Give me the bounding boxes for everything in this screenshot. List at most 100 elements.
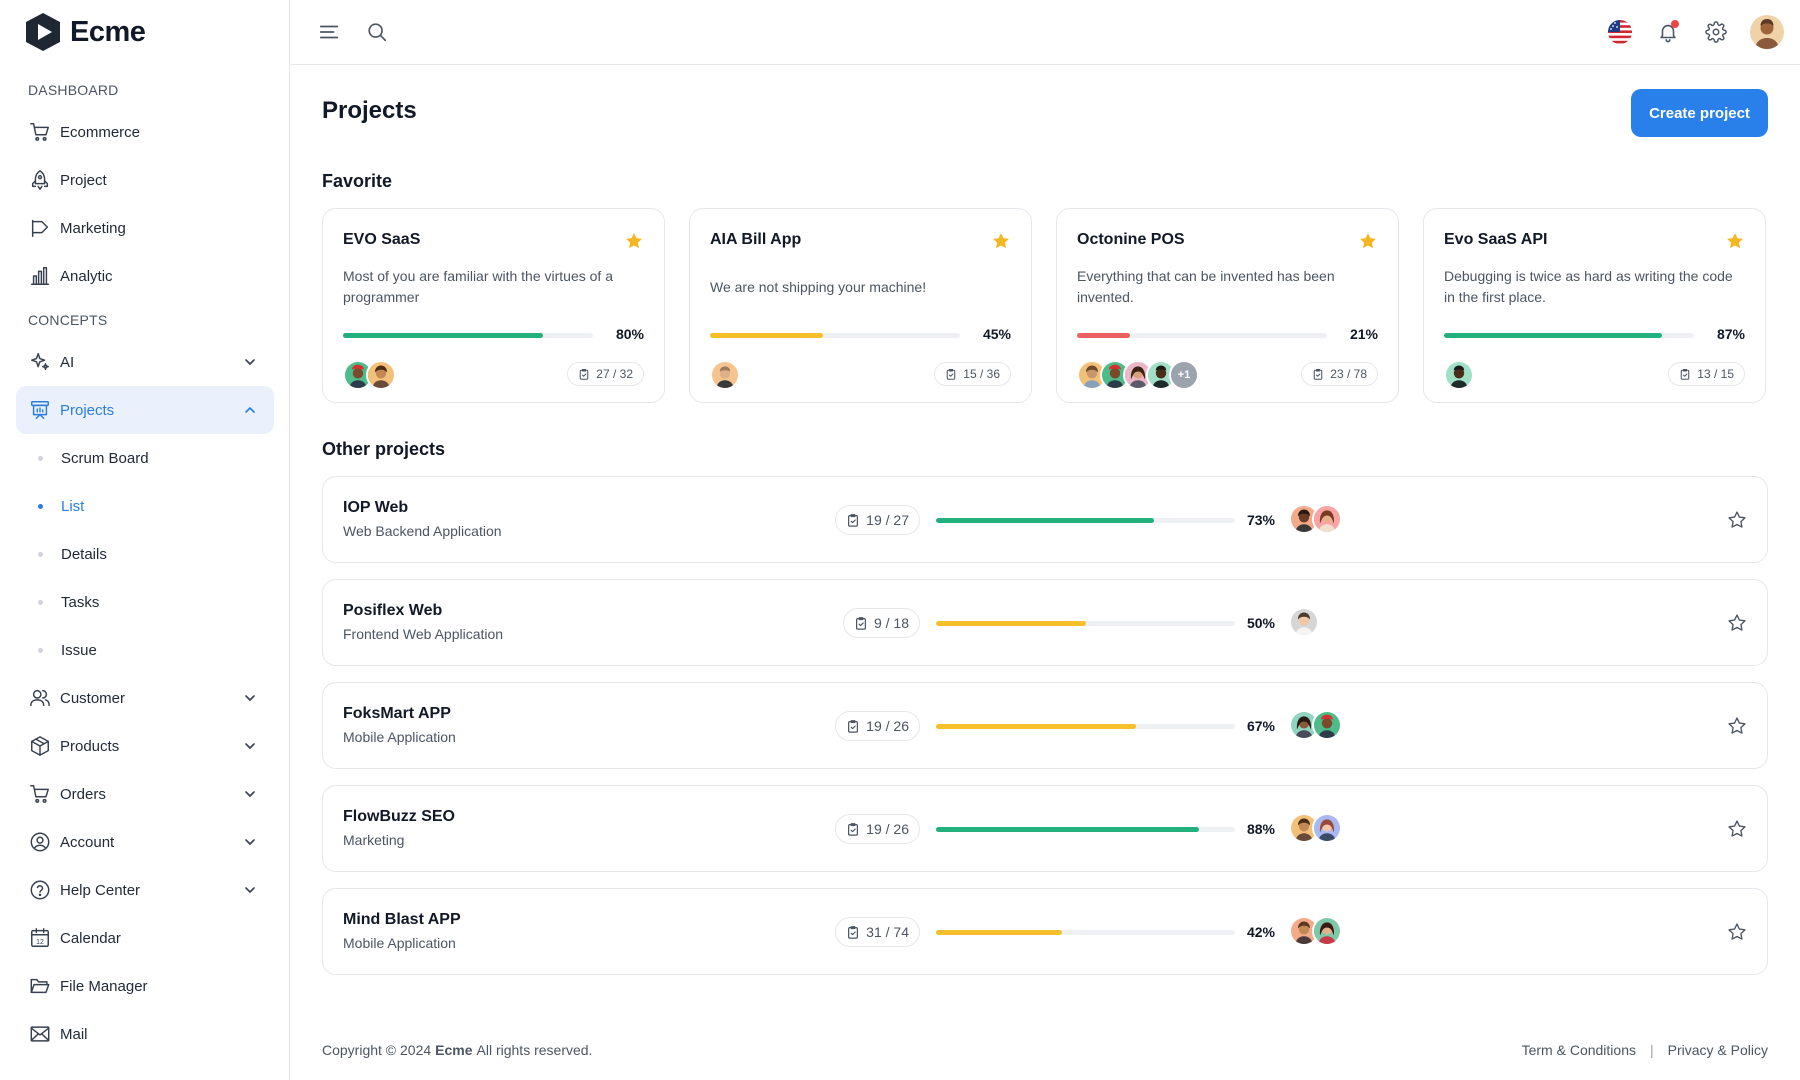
progress-fill <box>343 333 543 338</box>
star-filled-icon[interactable] <box>1358 231 1378 251</box>
star-outline-icon[interactable] <box>1727 716 1747 736</box>
progress-bar <box>1077 333 1327 338</box>
sparkle-icon <box>28 350 52 374</box>
progress-percent: 67% <box>1246 718 1275 734</box>
search-icon[interactable] <box>363 18 391 46</box>
bullet-dot <box>38 599 43 605</box>
progress-bar <box>936 518 1235 523</box>
sidebar-item-ecommerce[interactable]: Ecommerce <box>16 108 274 156</box>
gear-icon[interactable] <box>1702 18 1730 46</box>
avatar[interactable] <box>1312 504 1342 534</box>
sidebar-item-help-center[interactable]: Help Center <box>16 866 274 914</box>
user-avatar[interactable] <box>1750 15 1784 49</box>
other-projects-section-title: Other projects <box>322 439 446 459</box>
favorite-card[interactable]: EVO SaaS Most of you are familiar with t… <box>322 208 665 403</box>
progress-bar <box>710 333 960 338</box>
sidebar-item-file-manager[interactable]: File Manager <box>16 962 274 1010</box>
star-outline-icon[interactable] <box>1727 510 1747 530</box>
users-icon <box>28 686 52 710</box>
star-filled-icon[interactable] <box>624 231 644 251</box>
favorite-card[interactable]: Octonine POS Everything that can be inve… <box>1056 208 1399 403</box>
project-row[interactable]: IOP Web Web Backend Application 19 / 27 … <box>322 476 1768 563</box>
progress-fill <box>936 930 1062 935</box>
us-flag-icon[interactable] <box>1606 18 1634 46</box>
progress-percent: 50% <box>1246 615 1275 631</box>
project-description: We are not shipping your machine! <box>710 278 927 295</box>
sidebar-item-orders[interactable]: Orders <box>16 770 274 818</box>
terms-link[interactable]: Term & Conditions <box>1522 1042 1636 1058</box>
clipboard-check-icon <box>580 368 589 380</box>
member-avatars <box>1289 710 1342 740</box>
sidebar-nav: DASHBOARD Ecommerce Project Marketing An… <box>16 72 274 1058</box>
project-name: Octonine POS <box>1077 231 1185 248</box>
sidebar-subitem-list[interactable]: List <box>16 482 274 530</box>
sidebar-item-account[interactable]: Account <box>16 818 274 866</box>
privacy-link[interactable]: Privacy & Policy <box>1668 1042 1768 1058</box>
sidebar-subitem-label: Details <box>61 545 107 563</box>
more-members-badge[interactable]: +1 <box>1169 360 1199 390</box>
bullet-dot <box>38 503 43 509</box>
box-icon <box>28 734 52 758</box>
star-outline-icon[interactable] <box>1727 922 1747 942</box>
favorite-card[interactable]: AIA Bill App We are not shipping your ma… <box>689 208 1032 403</box>
star-filled-icon[interactable] <box>991 231 1011 251</box>
progress-fill <box>1444 333 1662 338</box>
copyright-prefix: Copyright © 2024 <box>322 1042 432 1058</box>
star-filled-icon[interactable] <box>1725 231 1745 251</box>
sidebar-item-label: Projects <box>60 401 115 419</box>
menu-icon[interactable] <box>315 18 343 46</box>
sidebar-item-customer[interactable]: Customer <box>16 674 274 722</box>
star-outline-icon[interactable] <box>1727 613 1747 633</box>
avatar[interactable] <box>1312 710 1342 740</box>
logo[interactable]: Ecme <box>24 12 146 52</box>
cart-icon <box>28 782 52 806</box>
project-name: Posiflex Web <box>343 602 443 619</box>
sidebar-item-project[interactable]: Project <box>16 156 274 204</box>
mail-icon <box>28 1022 52 1046</box>
sidebar-subitem-label: Issue <box>61 641 97 659</box>
project-row[interactable]: Mind Blast APP Mobile Application 31 / 7… <box>322 888 1768 975</box>
task-count-badge: 23 / 78 <box>1301 362 1378 386</box>
avatar[interactable] <box>1312 813 1342 843</box>
project-name: FlowBuzz SEO <box>343 808 455 825</box>
bell-icon[interactable] <box>1654 18 1682 46</box>
sidebar-item-ai[interactable]: AI <box>16 338 274 386</box>
sidebar-subitem-issue[interactable]: Issue <box>16 626 274 674</box>
member-avatars: +1 <box>1077 360 1199 390</box>
sidebar-item-label: Ecommerce <box>60 123 141 141</box>
favorite-card[interactable]: Evo SaaS API Debugging is twice as hard … <box>1423 208 1766 403</box>
avatar[interactable] <box>1312 916 1342 946</box>
task-count-badge: 19 / 27 <box>835 505 920 535</box>
project-row[interactable]: Posiflex Web Frontend Web Application 9 … <box>322 579 1768 666</box>
sidebar-item-mail[interactable]: Mail <box>16 1010 274 1058</box>
page-title: Projects <box>322 97 417 124</box>
sidebar-item-label: Orders <box>60 785 106 803</box>
folder-icon <box>28 974 52 998</box>
project-row[interactable]: FoksMart APP Mobile Application 19 / 26 … <box>322 682 1768 769</box>
avatar[interactable] <box>1289 607 1319 637</box>
create-project-button[interactable]: Create project <box>1631 89 1768 137</box>
sidebar-subitem-scrum-board[interactable]: Scrum Board <box>16 434 274 482</box>
copyright-suffix: All rights reserved. <box>476 1042 593 1058</box>
project-description: Everything that can be invented has been… <box>1077 268 1335 305</box>
sidebar-item-calendar[interactable]: 12 Calendar <box>16 914 274 962</box>
sidebar-subitem-details[interactable]: Details <box>16 530 274 578</box>
member-avatars <box>710 360 740 390</box>
sidebar-item-label: Account <box>60 833 115 851</box>
user-circle-icon <box>28 830 52 854</box>
project-row[interactable]: FlowBuzz SEO Marketing 19 / 26 88% <box>322 785 1768 872</box>
sidebar-item-projects[interactable]: Projects <box>16 386 274 434</box>
sidebar-item-products[interactable]: Products <box>16 722 274 770</box>
progress-fill <box>710 333 823 338</box>
chevron-down-icon <box>245 359 255 365</box>
sidebar-item-analytic[interactable]: Analytic <box>16 252 274 300</box>
project-name: EVO SaaS <box>343 231 421 248</box>
star-outline-icon[interactable] <box>1727 819 1747 839</box>
task-count-text: 19 / 27 <box>866 512 909 528</box>
avatar[interactable] <box>366 360 396 390</box>
avatar[interactable] <box>1444 360 1474 390</box>
progress-bar <box>936 724 1235 729</box>
sidebar-subitem-tasks[interactable]: Tasks <box>16 578 274 626</box>
avatar[interactable] <box>710 360 740 390</box>
sidebar-item-marketing[interactable]: Marketing <box>16 204 274 252</box>
